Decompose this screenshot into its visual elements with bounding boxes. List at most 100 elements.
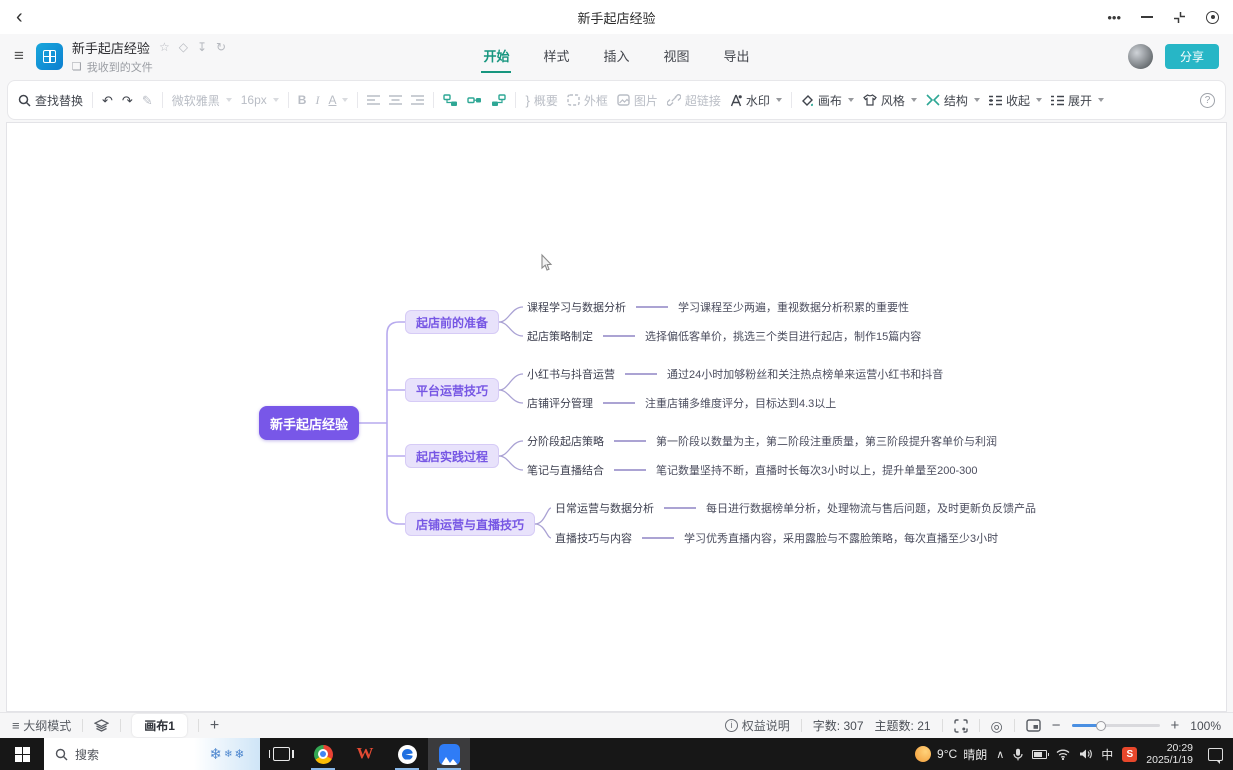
ime-indicator[interactable]: 中	[1101, 746, 1113, 763]
insert-child-topic-button[interactable]	[467, 94, 482, 107]
restore-icon[interactable]	[1173, 10, 1186, 24]
zoom-slider-knob[interactable]	[1096, 721, 1106, 731]
tag-icon[interactable]: ◇	[179, 41, 188, 53]
chrome-app-button[interactable]	[302, 738, 344, 770]
subtopic-detail[interactable]: 选择偏低客单价，挑选三个类目进行起店，制作15篇内容	[645, 328, 921, 344]
subtopic-label[interactable]: 店铺评分管理	[527, 395, 593, 411]
wps-app-button[interactable]: W	[344, 738, 386, 770]
add-canvas-button[interactable]: +	[210, 718, 219, 734]
microphone-tray-icon[interactable]	[1013, 748, 1023, 761]
font-size-select[interactable]: 16px	[241, 93, 279, 107]
subtopic-detail[interactable]: 每日进行数据榜单分析，处理物流与售后问题，及时更新负反馈产品	[706, 500, 1036, 516]
mindmap-app-button[interactable]	[428, 738, 470, 770]
subtopic-detail[interactable]: 笔记数量坚持不断，直播时长每次3小时以上，提升单量至200-300	[656, 462, 978, 478]
insert-sibling-topic-button[interactable]	[443, 94, 458, 107]
more-button[interactable]: •••	[1107, 11, 1121, 24]
collapse-button[interactable]: 收起	[989, 92, 1042, 109]
hyperlink-button[interactable]: 超链接	[667, 92, 721, 109]
tab-export[interactable]: 导出	[722, 40, 752, 73]
align-center-button[interactable]	[389, 95, 402, 106]
avatar[interactable]	[1128, 44, 1153, 69]
structure-button[interactable]: 结构	[926, 92, 980, 109]
style-button[interactable]: 风格	[863, 92, 917, 109]
weather-widget[interactable]: 9°C 晴朗	[915, 746, 987, 763]
locate-center-button[interactable]: ◎	[991, 719, 1003, 733]
find-replace-button[interactable]: 查找替换	[18, 92, 83, 109]
redo-button[interactable]: ↷	[122, 94, 133, 107]
subtopic-label[interactable]: 起店策略制定	[527, 328, 593, 344]
zoom-in-button[interactable]: +	[1171, 718, 1180, 733]
italic-button[interactable]: I	[315, 93, 319, 108]
subtopic-label[interactable]: 直播技巧与内容	[555, 530, 632, 546]
volume-icon[interactable]	[1079, 748, 1092, 760]
tab-insert[interactable]: 插入	[601, 40, 631, 73]
sogou-input-icon[interactable]: S	[1122, 747, 1137, 762]
taskbar-clock[interactable]: 20:29 2025/1/19	[1146, 742, 1193, 766]
insert-parent-topic-button[interactable]	[491, 94, 506, 107]
branch-topic[interactable]: 起店实践过程	[405, 444, 499, 468]
canvas-button[interactable]: 画布	[801, 92, 854, 109]
task-view-button[interactable]	[260, 738, 302, 770]
zoom-level[interactable]: 100%	[1190, 719, 1221, 733]
star-icon[interactable]: ☆	[159, 41, 170, 53]
align-right-button[interactable]	[411, 95, 424, 106]
subtopic-detail[interactable]: 学习课程至少两遍，重视数据分析积累的重要性	[678, 299, 909, 315]
sync-icon[interactable]: ↻	[216, 41, 226, 53]
folder-name[interactable]: 我收到的文件	[87, 59, 153, 75]
browser-app-button[interactable]	[386, 738, 428, 770]
minimize-button[interactable]	[1141, 16, 1153, 18]
watermark-button[interactable]: 水印	[730, 92, 782, 109]
expand-button[interactable]: 展开	[1051, 92, 1104, 109]
wifi-icon[interactable]	[1056, 749, 1070, 760]
battery-icon[interactable]	[1032, 750, 1047, 759]
subtopic-detail[interactable]: 学习优秀直播内容，采用露脸与不露脸策略，每次直播至少3小时	[684, 530, 998, 546]
branch-topic[interactable]: 店铺运营与直播技巧	[405, 512, 535, 536]
canvas-tab[interactable]: 画布1	[132, 714, 187, 737]
tab-style[interactable]: 样式	[541, 40, 571, 73]
mindmap-canvas[interactable]: 新手起店经验 起店前的准备 平台运营技巧 起店实践过程 店铺运营与直播技巧 课程…	[6, 122, 1227, 712]
document-title[interactable]: 新手起店经验	[72, 38, 150, 57]
tab-home[interactable]: 开始	[481, 40, 511, 73]
summary-button[interactable]: }概要	[525, 92, 557, 109]
app-logo-icon[interactable]	[36, 43, 63, 70]
target-circle-button[interactable]	[1206, 11, 1219, 24]
menu-icon[interactable]: ≡	[14, 46, 24, 66]
subtopic-label[interactable]: 笔记与直播结合	[527, 462, 604, 478]
subtopic-detail[interactable]: 注重店铺多维度评分，目标达到4.3以上	[645, 395, 836, 411]
branch-topic[interactable]: 平台运营技巧	[405, 378, 499, 402]
weather-desc: 晴朗	[963, 746, 987, 763]
rights-info-button[interactable]: i 权益说明	[725, 719, 790, 732]
image-button[interactable]: 图片	[617, 92, 658, 109]
font-family-select[interactable]: 微软雅黑	[172, 92, 232, 109]
minimap-button[interactable]	[1026, 719, 1041, 732]
format-painter-button[interactable]: ✎	[142, 94, 153, 107]
branch-topic[interactable]: 起店前的准备	[405, 310, 499, 334]
subtopic-label[interactable]: 课程学习与数据分析	[527, 299, 626, 315]
zoom-slider[interactable]	[1072, 724, 1160, 727]
subtopic-label[interactable]: 分阶段起店策略	[527, 433, 604, 449]
start-button[interactable]	[0, 738, 44, 770]
zoom-out-button[interactable]: −	[1052, 718, 1061, 733]
subtopic-label[interactable]: 日常运营与数据分析	[555, 500, 654, 516]
font-color-button[interactable]: A	[328, 93, 348, 107]
connector-dash	[614, 440, 646, 442]
taskbar-search-input[interactable]: 搜索 ❄❄❄	[44, 738, 260, 770]
tab-view[interactable]: 视图	[662, 40, 692, 73]
download-icon[interactable]: ↧	[197, 41, 207, 53]
hidden-icons-chevron[interactable]: ∧	[996, 748, 1004, 761]
help-button[interactable]: ?	[1200, 93, 1215, 108]
notification-center-icon[interactable]	[1208, 748, 1223, 761]
undo-button[interactable]: ↶	[102, 94, 113, 107]
central-topic[interactable]: 新手起店经验	[259, 406, 359, 440]
frame-button[interactable]: 外框	[567, 92, 608, 109]
fit-screen-button[interactable]	[954, 719, 968, 733]
outline-mode-button[interactable]: ≡ 大纲模式	[12, 719, 71, 732]
subtopic-detail[interactable]: 第一阶段以数量为主，第二阶段注重质量，第三阶段提升客单价与利润	[656, 433, 997, 449]
search-highlight-snowflakes[interactable]: ❄❄❄	[194, 738, 260, 770]
layers-button[interactable]	[94, 719, 109, 732]
subtopic-label[interactable]: 小红书与抖音运营	[527, 366, 615, 382]
bold-button[interactable]: B	[298, 93, 307, 107]
subtopic-detail[interactable]: 通过24小时加够粉丝和关注热点榜单来运营小红书和抖音	[667, 366, 943, 382]
share-button[interactable]: 分享	[1165, 44, 1219, 69]
align-left-button[interactable]	[367, 95, 380, 106]
